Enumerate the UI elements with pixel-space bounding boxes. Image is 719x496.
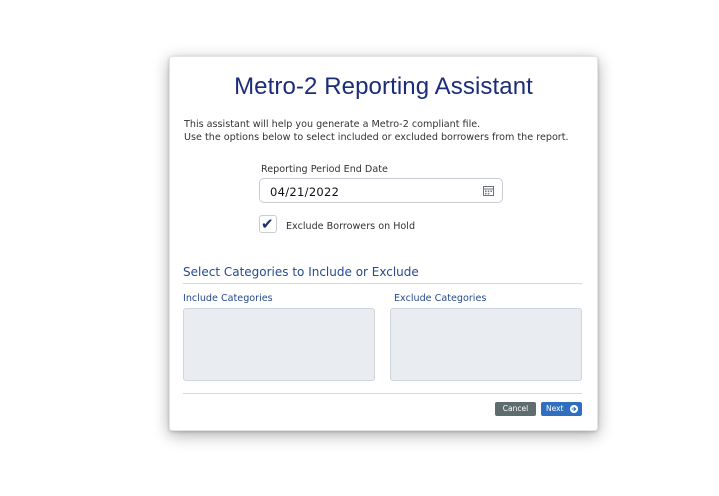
metro2-dialog: Metro-2 Reporting Assistant This assista…: [169, 56, 598, 431]
cancel-button[interactable]: Cancel: [495, 402, 536, 416]
cancel-button-label: Cancel: [502, 404, 529, 413]
next-button-label: Next: [546, 404, 564, 413]
reporting-period-label: Reporting Period End Date: [261, 164, 388, 175]
exclude-categories-label: Exclude Categories: [394, 293, 487, 304]
next-button[interactable]: Next: [541, 402, 582, 416]
dialog-title: Metro-2 Reporting Assistant: [234, 73, 533, 100]
reporting-period-date-value[interactable]: 04/21/2022: [270, 185, 339, 199]
categories-section-title: Select Categories to Include or Exclude: [183, 265, 419, 279]
calendar-icon[interactable]: [483, 186, 494, 196]
intro-line-2: Use the options below to select included…: [184, 132, 569, 143]
exclude-hold-label[interactable]: Exclude Borrowers on Hold: [286, 221, 415, 232]
arrow-right-circle-icon: [570, 405, 578, 413]
exclude-hold-checkbox[interactable]: ✔: [259, 215, 277, 233]
section-divider: [183, 283, 582, 284]
checkmark-icon: ✔: [261, 215, 274, 233]
intro-text: This assistant will help you generate a …: [184, 118, 569, 144]
include-categories-list[interactable]: [183, 308, 375, 381]
footer-divider: [183, 393, 582, 394]
include-categories-label: Include Categories: [183, 293, 273, 304]
exclude-categories-list[interactable]: [390, 308, 582, 381]
intro-line-1: This assistant will help you generate a …: [184, 119, 481, 130]
reporting-period-date-input[interactable]: 04/21/2022: [259, 178, 503, 203]
